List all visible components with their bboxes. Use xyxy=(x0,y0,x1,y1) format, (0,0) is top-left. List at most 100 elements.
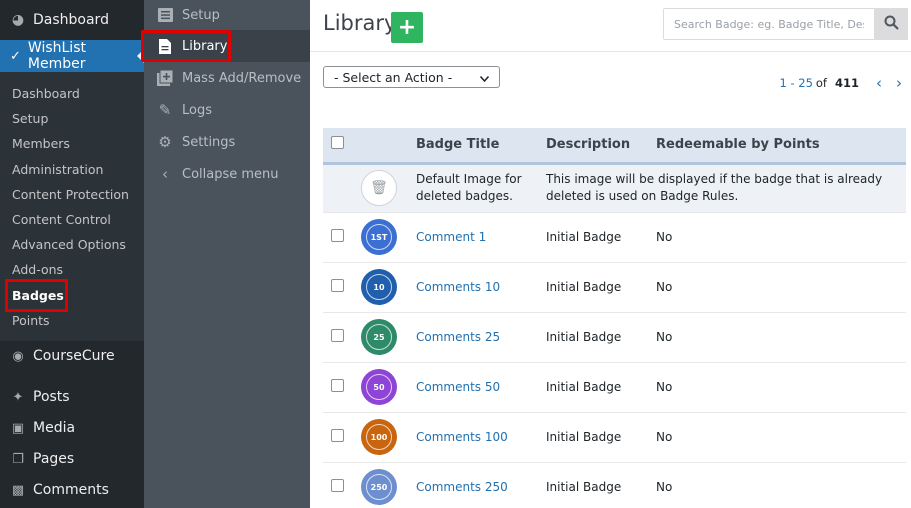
badge-image-icon: 10 xyxy=(361,269,397,305)
submenu-content-protection[interactable]: Content Protection xyxy=(0,182,144,207)
header-description: Description xyxy=(546,137,631,153)
badge-redeemable: No xyxy=(656,230,673,244)
wp-menu-wishlist-member[interactable]: ✓ WishList Member xyxy=(0,40,144,72)
pages-icon: ❐ xyxy=(12,451,24,467)
table-row: 100 Comments 100 Initial Badge No xyxy=(323,412,906,462)
wp-menu-dashboard[interactable]: ◕ Dashboard xyxy=(0,0,144,40)
row-checkbox[interactable] xyxy=(331,329,344,342)
badge-image-icon: 100 xyxy=(361,419,397,455)
default-row-title: Default Image for deleted badges. xyxy=(416,172,522,203)
badge-title-link[interactable]: Comment 1 xyxy=(416,230,486,244)
header-redeemable: Redeemable by Points xyxy=(656,137,820,153)
bulk-action-select-value: - Select an Action - xyxy=(334,69,453,85)
next-page-icon[interactable]: › xyxy=(893,74,905,92)
badge-search-input[interactable] xyxy=(663,8,874,40)
table-row: 25 Comments 25 Initial Badge No xyxy=(323,312,906,362)
submenu-points[interactable]: Points xyxy=(0,308,144,333)
search-button[interactable] xyxy=(874,8,908,40)
nav-library[interactable]: Library xyxy=(144,30,310,62)
badge-description: Initial Badge xyxy=(546,330,622,344)
submenu-add-ons[interactable]: Add-ons xyxy=(0,257,144,282)
pagination-of: of xyxy=(815,76,827,90)
nav-settings-label: Settings xyxy=(182,134,236,150)
document-icon xyxy=(156,37,174,55)
add-badge-button[interactable]: + xyxy=(391,12,423,43)
nav-mass-add-remove-label: Mass Add/Remove xyxy=(182,70,302,86)
row-checkbox[interactable] xyxy=(331,229,344,242)
badge-search xyxy=(663,8,908,40)
badge-image-text: 250 xyxy=(366,474,392,500)
submenu-badges[interactable]: Badges xyxy=(0,278,144,312)
submenu-setup[interactable]: Setup xyxy=(0,106,144,131)
nav-collapse-menu-label: Collapse menu xyxy=(182,166,279,182)
row-checkbox[interactable] xyxy=(331,279,344,292)
badge-description: Initial Badge xyxy=(546,380,622,394)
coursecure-icon: ◉ xyxy=(12,348,24,364)
current-menu-arrow xyxy=(137,49,144,63)
header-badge-title: Badge Title xyxy=(416,137,500,153)
badge-redeemable: No xyxy=(656,430,673,444)
wp-menu-pages[interactable]: ❐ Pages xyxy=(0,444,144,475)
nav-settings[interactable]: ⚙ Settings xyxy=(144,126,310,158)
default-row-description: This image will be displayed if the badg… xyxy=(546,172,883,203)
badge-description: Initial Badge xyxy=(546,230,622,244)
dashboard-icon: ◕ xyxy=(11,12,25,28)
nav-setup-label: Setup xyxy=(182,7,220,23)
wp-menu-dashboard-label: Dashboard xyxy=(33,12,109,28)
wp-menu-coursecure[interactable]: ◉ CourseCure xyxy=(0,341,144,372)
table-row: 1ST Comment 1 Initial Badge No xyxy=(323,212,906,262)
badge-image-text: 25 xyxy=(366,324,392,350)
row-checkbox[interactable] xyxy=(331,479,344,492)
library-content: Library + - Select an Action - 1 - 25 of… xyxy=(310,0,911,508)
wp-menu-posts-label: Posts xyxy=(33,389,70,406)
badge-title-link[interactable]: Comments 25 xyxy=(416,330,500,344)
page-title: Library xyxy=(323,11,397,35)
nav-mass-add-remove[interactable]: Mass Add/Remove xyxy=(144,62,310,94)
submenu-advanced-options[interactable]: Advanced Options xyxy=(0,232,144,257)
nav-collapse-menu[interactable]: ‹ Collapse menu xyxy=(144,158,310,190)
table-row: 250 Comments 250 Initial Badge No xyxy=(323,462,906,508)
search-icon xyxy=(884,15,899,34)
submenu-members[interactable]: Members xyxy=(0,131,144,156)
row-checkbox[interactable] xyxy=(331,429,344,442)
badge-redeemable: No xyxy=(656,480,673,494)
comment-icon: ▩ xyxy=(11,482,25,498)
row-checkbox[interactable] xyxy=(331,379,344,392)
badge-title-link[interactable]: Comments 100 xyxy=(416,430,508,444)
badge-description: Initial Badge xyxy=(546,430,622,444)
wp-menu-media[interactable]: ▣ Media xyxy=(0,413,144,444)
wp-menu-pages-label: Pages xyxy=(33,451,75,468)
select-all-checkbox[interactable] xyxy=(331,136,344,150)
badge-image-icon: 1ST xyxy=(361,219,397,255)
submenu-dashboard[interactable]: Dashboard xyxy=(0,81,144,106)
badge-image-text: 50 xyxy=(366,374,392,400)
wp-menu-wishlist-member-label: WishList Member xyxy=(27,40,86,72)
nav-logs[interactable]: ✎ Logs xyxy=(144,94,310,126)
badge-description: Initial Badge xyxy=(546,280,622,294)
wp-menu-comments[interactable]: ▩ Comments xyxy=(0,475,144,506)
badges-table: Badge Title Description Redeemable by Po… xyxy=(323,128,906,508)
badge-image-icon: 250 xyxy=(361,469,397,505)
plus-square-icon xyxy=(156,69,174,87)
nav-logs-label: Logs xyxy=(182,102,212,118)
submenu-content-control[interactable]: Content Control xyxy=(0,207,144,232)
bulk-action-select[interactable]: - Select an Action - xyxy=(323,66,500,88)
wp-menu-posts[interactable]: ✦ Posts xyxy=(0,382,144,413)
pagination-range: 1 - 25 xyxy=(779,76,813,90)
badge-title-link[interactable]: Comments 250 xyxy=(416,480,508,494)
nav-setup[interactable]: Setup xyxy=(144,0,310,30)
media-icon: ▣ xyxy=(11,420,25,436)
prev-page-icon[interactable]: ‹ xyxy=(873,74,885,92)
submenu-administration[interactable]: Administration xyxy=(0,157,144,182)
table-row: 10 Comments 10 Initial Badge No xyxy=(323,262,906,312)
chevron-down-icon xyxy=(479,70,490,85)
badge-title-link[interactable]: Comments 10 xyxy=(416,280,500,294)
wp-menu-comments-label: Comments xyxy=(33,482,109,499)
badge-description: Initial Badge xyxy=(546,480,622,494)
wishlist-member-submenu: Dashboard Setup Members Administration C… xyxy=(0,72,144,341)
wp-menu-media-label: Media xyxy=(33,420,76,437)
badge-title-link[interactable]: Comments 50 xyxy=(416,380,500,394)
nav-library-label: Library xyxy=(182,38,228,54)
badge-image-text: 1ST xyxy=(366,224,392,250)
pin-icon: ✦ xyxy=(12,389,24,405)
